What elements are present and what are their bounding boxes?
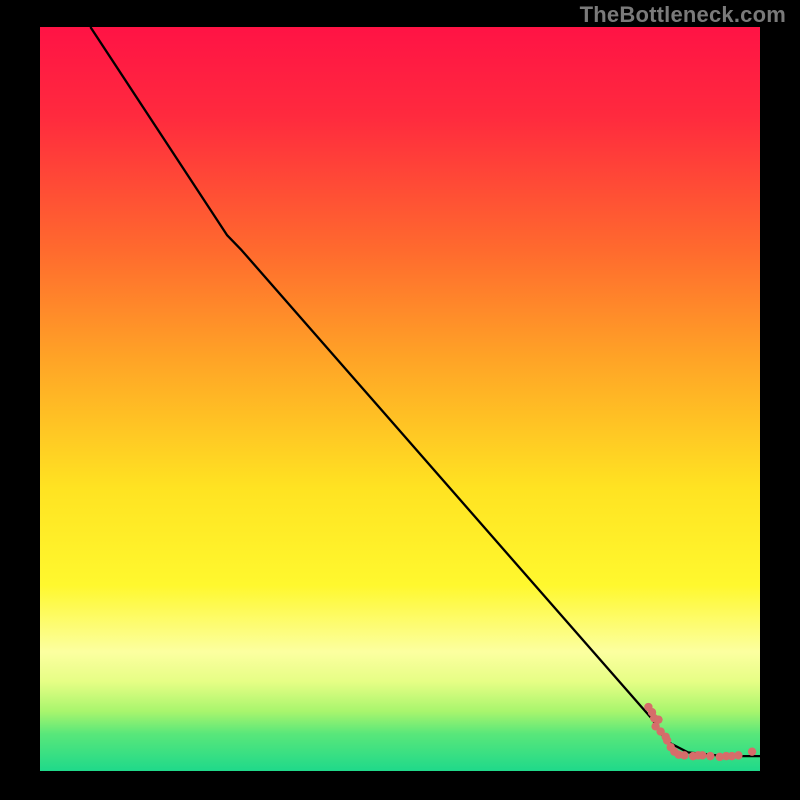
plot-area xyxy=(40,27,760,771)
data-point xyxy=(680,751,688,759)
watermark-text: TheBottleneck.com xyxy=(580,2,786,28)
data-point xyxy=(706,752,714,760)
chart-frame: TheBottleneck.com xyxy=(0,0,800,800)
data-point xyxy=(698,751,706,759)
chart-svg xyxy=(40,27,760,771)
data-point xyxy=(748,747,756,755)
gradient-background xyxy=(40,27,760,771)
data-point xyxy=(734,751,742,759)
